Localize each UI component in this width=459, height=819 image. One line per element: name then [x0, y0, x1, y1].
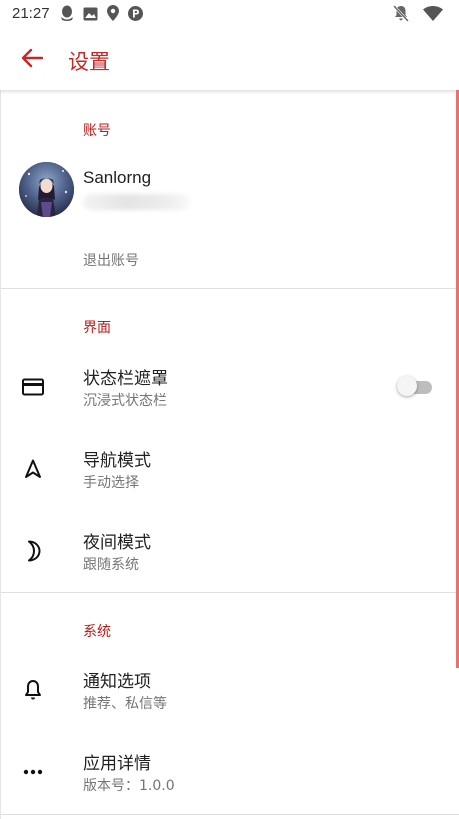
pref-summary: 推荐、私信等 [83, 696, 167, 712]
status-icons-left [60, 5, 143, 25]
account-id-blurred [83, 194, 191, 210]
section-header-interface: 界面 [83, 320, 111, 336]
page-title: 设置 [68, 50, 110, 74]
pref-notification-options[interactable]: 通知选项 推荐、私信等 [1, 654, 459, 728]
card-icon [21, 375, 45, 399]
account-row[interactable]: Sanlorng [1, 154, 459, 226]
back-button[interactable] [10, 38, 54, 82]
account-name: Sanlorng [83, 168, 152, 187]
section-header-account: 账号 [83, 123, 111, 139]
pref-status-bar-mask[interactable]: 状态栏遮罩 沉浸式状态栏 [1, 351, 459, 425]
pref-title: 夜间模式 [83, 533, 151, 553]
status-bar-mask-switch[interactable] [397, 376, 433, 398]
qq-icon [60, 5, 74, 25]
status-bar: 21:27 [0, 0, 459, 30]
location-icon [107, 5, 119, 25]
status-time: 21:27 [12, 5, 50, 22]
p-badge-icon [128, 5, 143, 25]
pref-navigation-mode[interactable]: 导航模式 手动选择 [1, 433, 459, 507]
status-icons-right [393, 4, 443, 26]
arrow-back-icon [21, 48, 44, 72]
avatar [19, 162, 74, 217]
more-dots-icon [21, 760, 45, 784]
pref-title: 导航模式 [83, 451, 151, 471]
pref-title: 应用详情 [83, 754, 151, 774]
logout-button[interactable]: 退出账号 [83, 250, 139, 270]
section-header-system: 系统 [83, 624, 111, 640]
bell-icon [21, 678, 45, 702]
switch-thumb [397, 376, 417, 396]
image-icon [83, 6, 98, 25]
divider [1, 592, 459, 593]
navigation-arrow-icon [21, 457, 45, 481]
notifications-off-icon [393, 4, 409, 26]
pref-summary: 手动选择 [83, 475, 139, 491]
divider [1, 288, 459, 289]
pref-title: 通知选项 [83, 672, 151, 692]
divider [1, 814, 459, 815]
pref-night-mode[interactable]: 夜间模式 跟随系统 [1, 515, 459, 589]
app-bar: 设置 [0, 30, 459, 90]
settings-list: 账号 Sanlorng 退出账号 界面 状态栏遮罩 沉浸式状态栏 导航模式 手动… [0, 90, 459, 819]
pref-summary: 沉浸式状态栏 [83, 393, 167, 409]
wifi-icon [423, 5, 443, 25]
pref-title: 状态栏遮罩 [83, 369, 168, 389]
pref-app-details[interactable]: 应用详情 版本号：1.0.0 [1, 736, 459, 810]
pref-summary: 版本号：1.0.0 [83, 778, 175, 794]
pref-summary: 跟随系统 [83, 557, 139, 573]
moon-icon [21, 539, 45, 563]
